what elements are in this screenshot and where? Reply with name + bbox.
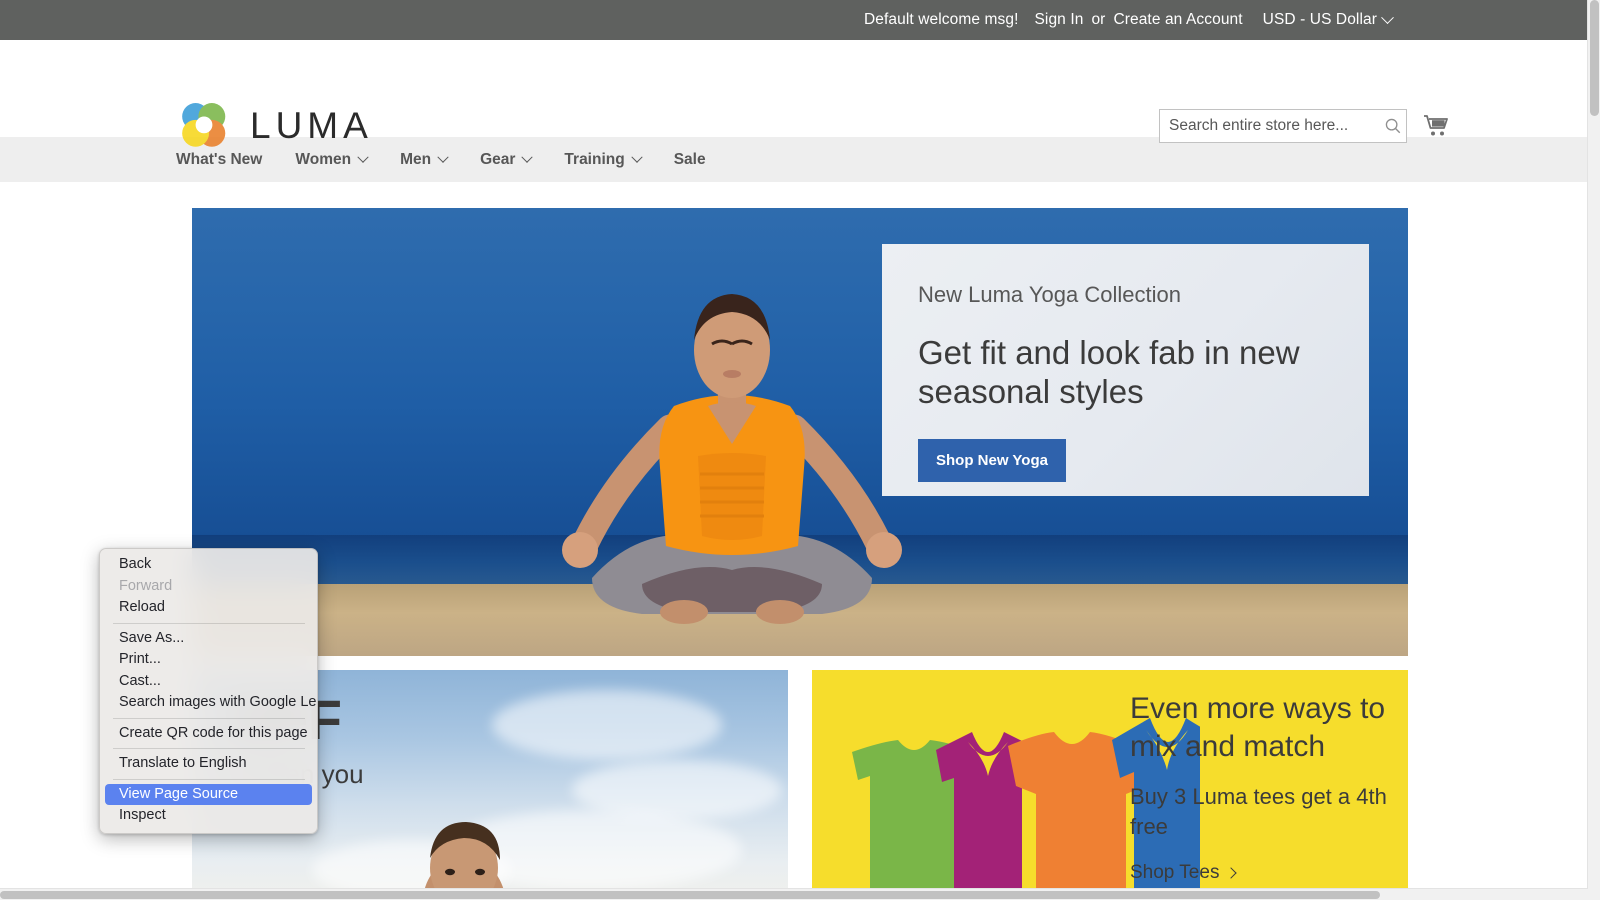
search-button[interactable] bbox=[1379, 110, 1406, 142]
context-menu-item-reload[interactable]: Reload bbox=[105, 597, 312, 619]
context-menu-item-save-as[interactable]: Save As... bbox=[105, 628, 312, 650]
chevron-down-icon bbox=[631, 151, 643, 163]
context-menu-separator bbox=[113, 622, 305, 624]
sign-in-link[interactable]: Sign In bbox=[1034, 11, 1083, 29]
vertical-scrollbar-thumb[interactable] bbox=[1590, 0, 1599, 116]
context-menu-item-print[interactable]: Print... bbox=[105, 649, 312, 671]
logo[interactable]: LUMA bbox=[176, 98, 373, 154]
hero-text-card: New Luma Yoga Collection Get fit and loo… bbox=[882, 244, 1369, 496]
hero-title: Get fit and look fab in new seasonal sty… bbox=[918, 334, 1300, 410]
nav-item-label: Training bbox=[564, 150, 625, 168]
context-menu-item-view-page-source[interactable]: View Page Source bbox=[105, 783, 312, 805]
promo-row: OFF s when you * bbox=[192, 670, 1408, 900]
cart-button[interactable] bbox=[1420, 110, 1452, 142]
context-menu-separator bbox=[113, 748, 305, 749]
horizontal-scrollbar[interactable] bbox=[0, 888, 1588, 900]
nav-item-men[interactable]: Men bbox=[400, 150, 449, 169]
nav-item-sale[interactable]: Sale bbox=[674, 151, 706, 169]
shop-tees-label: Shop Tees bbox=[1130, 862, 1220, 883]
create-account-link[interactable]: Create an Account bbox=[1113, 11, 1242, 29]
currency-switcher[interactable]: USD - US Dollar bbox=[1262, 10, 1394, 29]
chevron-right-icon bbox=[1225, 867, 1238, 879]
nav-item-label: Sale bbox=[673, 150, 706, 168]
promo-right-subtitle: Buy 3 Luma tees get a 4th free bbox=[1130, 784, 1387, 839]
nav-item-label: Gear bbox=[480, 150, 516, 168]
logo-text: LUMA bbox=[250, 105, 373, 146]
promo-right-text: Even more ways to mix and match Buy 3 Lu… bbox=[1130, 690, 1408, 884]
man-figure bbox=[422, 822, 507, 900]
context-menu-item-create-qr-code-for-this-page[interactable]: Create QR code for this page bbox=[105, 723, 312, 745]
vertical-scrollbar[interactable] bbox=[1587, 0, 1600, 900]
context-menu-item-translate-to-english[interactable]: Translate to English bbox=[105, 753, 312, 775]
search-input[interactable] bbox=[1160, 110, 1379, 142]
hero-eyebrow: New Luma Yoga Collection bbox=[918, 282, 1181, 307]
search-icon bbox=[1385, 118, 1400, 134]
welcome-message: Default welcome msg! bbox=[864, 11, 1019, 28]
nav-item-training[interactable]: Training bbox=[564, 150, 643, 169]
nav-item-gear[interactable]: Gear bbox=[480, 150, 534, 169]
browser-context-menu[interactable]: Back Forward Reload Save As... Print... Cast.… bbox=[99, 548, 318, 834]
context-menu-item-search-images-with-google-lens[interactable]: Search images with Google Lens bbox=[105, 692, 317, 714]
nav-item-label: Men bbox=[400, 150, 432, 168]
or-separator: or bbox=[1091, 11, 1106, 28]
context-menu-separator bbox=[113, 717, 305, 719]
context-menu-item-forward: Forward bbox=[119, 577, 173, 594]
shopping-cart-icon bbox=[1424, 115, 1448, 136]
context-menu-separator bbox=[113, 778, 305, 780]
search-box[interactable] bbox=[1159, 109, 1407, 143]
shop-new-yoga-button[interactable]: Shop New Yoga bbox=[918, 439, 1066, 482]
context-menu-item-back[interactable]: Back bbox=[105, 554, 312, 576]
hero-banner[interactable]: New Luma Yoga Collection Get fit and loo… bbox=[192, 208, 1408, 656]
top-welcome-bar: Default welcome msg! Sign In or Create a… bbox=[0, 0, 1600, 40]
luma-rings-logo bbox=[182, 103, 226, 147]
chevron-down-icon bbox=[1381, 10, 1394, 24]
site-header: LUMA bbox=[0, 40, 1600, 147]
context-menu-item-inspect[interactable]: Inspect bbox=[105, 805, 312, 827]
chevron-down-icon bbox=[521, 151, 534, 163]
horizontal-scrollbar-thumb[interactable] bbox=[0, 891, 1380, 899]
currency-label: USD - US Dollar bbox=[1262, 11, 1377, 28]
promo-tile-tees[interactable]: Even more ways to mix and match Buy 3 Lu… bbox=[812, 670, 1408, 900]
browser-page-viewport: Default welcome msg! Sign In or Create a… bbox=[0, 0, 1600, 900]
promo-right-title: Even more ways to mix and match bbox=[1130, 692, 1386, 763]
context-menu-item-cast[interactable]: Cast... bbox=[105, 671, 312, 693]
yoga-woman-figure bbox=[562, 294, 902, 624]
shop-tees-link[interactable]: Shop Tees bbox=[1130, 862, 1408, 884]
chevron-down-icon bbox=[437, 151, 449, 163]
